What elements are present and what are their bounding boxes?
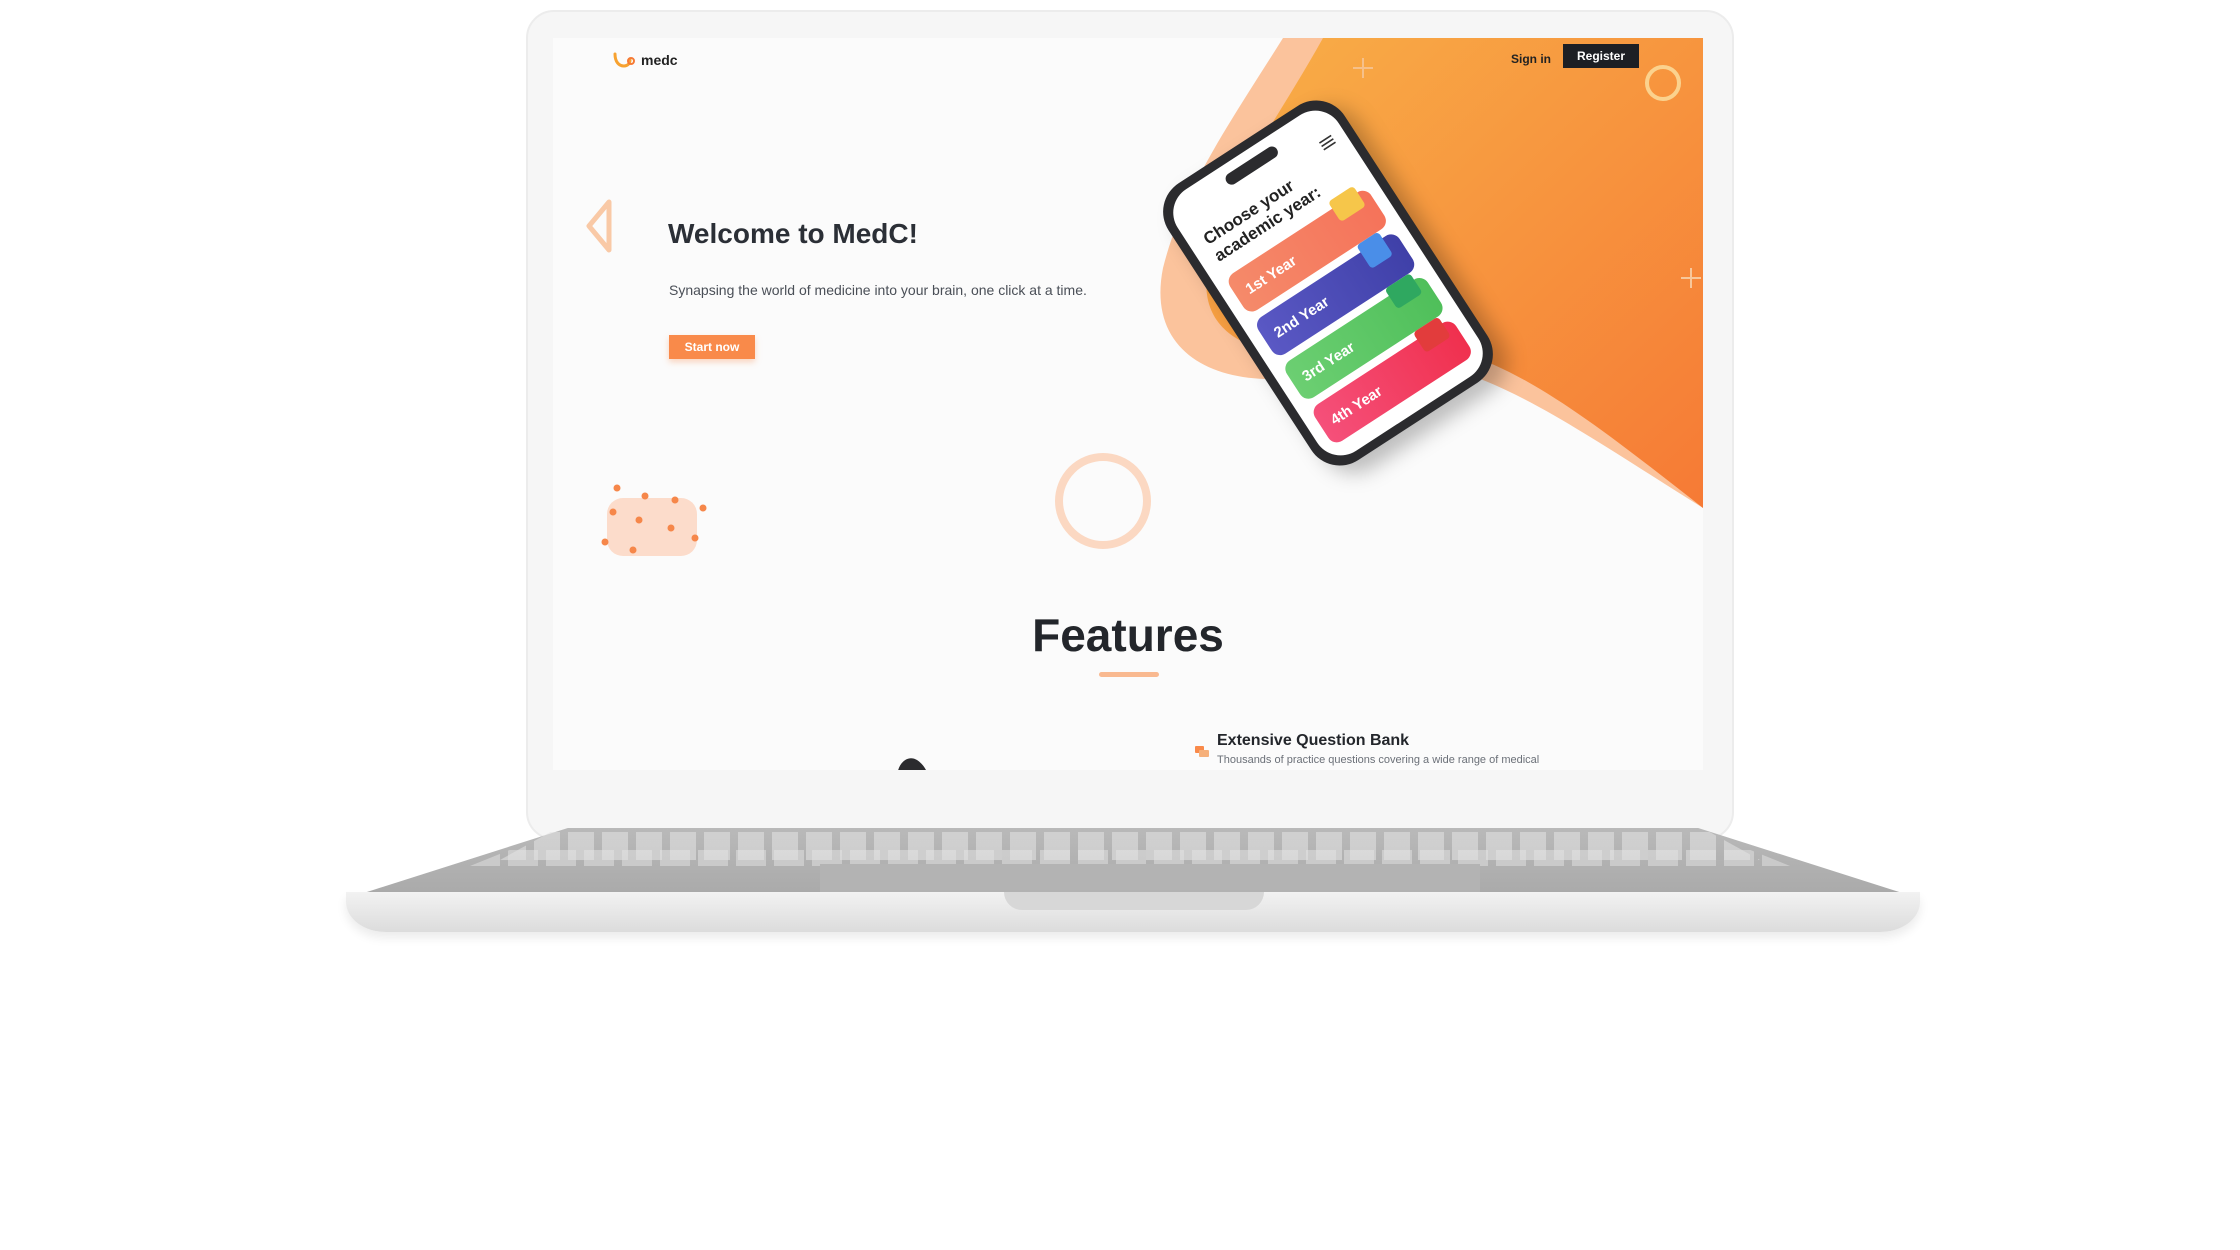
sign-in-link[interactable]: Sign in [1511,52,1551,66]
register-button[interactable]: Register [1563,44,1639,68]
menu-icon[interactable] [1317,133,1337,152]
feature-description: Thousands of practice questions covering… [1217,754,1540,766]
triangle-outline-icon [586,199,612,253]
features-title: Features [1032,609,1224,661]
logo-text: medc [641,52,678,68]
hero-title: Welcome to MedC! [668,218,918,249]
features-underline [1099,672,1159,677]
stethoscope-logo-icon [613,52,635,68]
trackpad [820,864,1480,894]
dotted-blob-decoration [601,484,707,556]
plus-icon [1353,58,1373,78]
phone-screen: Choose your academic year: 1st Year 2nd … [1162,99,1494,467]
year-label: 2nd Year [1270,293,1333,342]
plus-icon [1681,268,1701,288]
laptop-screen: medc Sign in Register Welcome to MedC! S… [553,38,1703,770]
phone-body: Choose your academic year: 1st Year 2nd … [1150,87,1506,479]
hero-subtitle: Synapsing the world of medicine into you… [669,282,1087,298]
logo[interactable]: medc [613,52,678,68]
year-label: 4th Year [1327,382,1386,429]
start-now-button[interactable]: Start now [669,335,755,359]
illustration-fragment [898,758,926,770]
chat-bubbles-icon [1195,746,1209,757]
phone-notch [1223,144,1281,187]
small-ring-icon [1645,65,1681,101]
phone-mockup: Choose your academic year: 1st Year 2nd … [1133,78,1513,498]
laptop-opening-notch [1004,892,1264,910]
year-label: 1st Year [1242,252,1300,298]
year-label: 3rd Year [1299,338,1358,386]
books-icon [1327,185,1367,223]
feature-title: Extensive Question Bank [1217,732,1410,749]
